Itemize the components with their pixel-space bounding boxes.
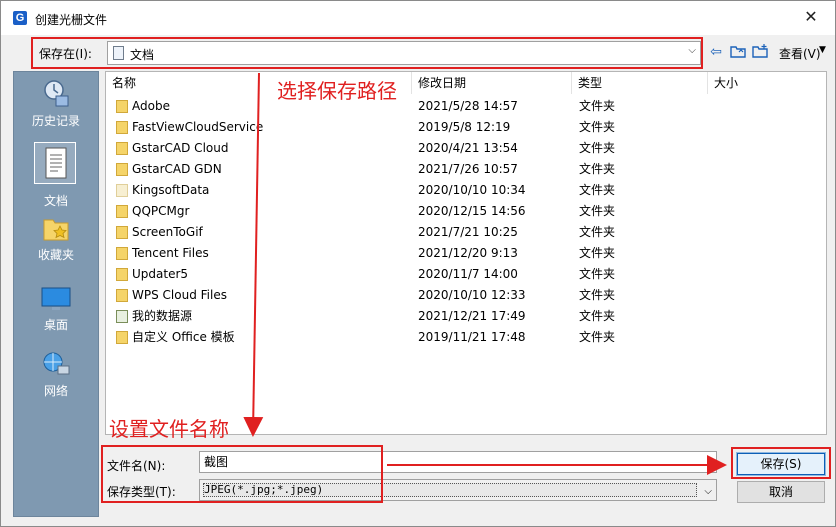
annotation-name-box [101, 445, 383, 503]
folder-icon [116, 163, 128, 176]
folder-icon [116, 205, 128, 218]
file-name: 自定义 Office 模板 [132, 330, 235, 344]
place-network[interactable]: 网络 [14, 348, 98, 399]
up-folder-icon[interactable] [729, 43, 747, 61]
file-date: 2020/4/21 13:54 [418, 141, 518, 155]
file-name: KingsoftData [132, 183, 210, 197]
file-row[interactable]: WPS Cloud Files 2020/10/10 12:33 文件夹 [106, 285, 826, 306]
place-desktop-label: 桌面 [43, 318, 68, 332]
column-header-type[interactable]: 类型 [572, 72, 708, 94]
folder-icon [116, 226, 128, 239]
file-type: 文件夹 [579, 183, 616, 197]
file-row[interactable]: ScreenToGif 2021/7/21 10:25 文件夹 [106, 222, 826, 243]
file-date: 2021/12/21 17:49 [418, 309, 526, 323]
file-type: 文件夹 [579, 288, 616, 302]
file-name: 我的数据源 [132, 309, 193, 323]
window-title: 创建光栅文件 [35, 13, 108, 27]
file-type: 文件夹 [579, 120, 616, 134]
app-icon: G [13, 11, 27, 25]
file-type: 文件夹 [579, 225, 616, 239]
close-button[interactable]: ✕ [801, 7, 821, 27]
file-row[interactable]: 我的数据源 2021/12/21 17:49 文件夹 [106, 306, 826, 327]
column-header-size[interactable]: 大小 [708, 72, 826, 94]
file-type: 文件夹 [579, 246, 616, 260]
file-name: ScreenToGif [132, 225, 203, 239]
file-date: 2019/5/8 12:19 [418, 120, 511, 134]
annotation-save-box [731, 447, 831, 479]
chevron-down-icon[interactable]: ⌵ [704, 482, 712, 502]
file-type: 文件夹 [579, 99, 616, 113]
file-type: 文件夹 [579, 267, 616, 281]
file-date: 2020/10/10 10:34 [418, 183, 526, 197]
place-favorites-label: 收藏夹 [37, 248, 74, 262]
back-arrow-icon[interactable]: ⇦ [707, 43, 725, 61]
file-name: QQPCMgr [132, 204, 190, 218]
file-name: Tencent Files [132, 246, 209, 260]
file-row[interactable]: GstarCAD Cloud 2020/4/21 13:54 文件夹 [106, 138, 826, 159]
new-folder-icon[interactable] [751, 43, 769, 61]
annotation-path-box [31, 37, 703, 69]
folder-icon [116, 100, 128, 113]
file-type: 文件夹 [579, 309, 616, 323]
network-icon [43, 352, 70, 375]
desktop-icon [41, 287, 71, 310]
folder-icon [116, 142, 128, 155]
file-date: 2020/10/10 12:33 [418, 288, 526, 302]
folder-icon [116, 247, 128, 260]
place-documents[interactable]: 文档 [14, 142, 98, 208]
file-date: 2021/12/20 9:13 [418, 246, 518, 260]
place-desktop[interactable]: 桌面 [14, 282, 98, 333]
places-bar: 历史记录 文档 收藏夹 桌面 网络 [13, 71, 99, 517]
folder-icon [116, 331, 128, 344]
file-row[interactable]: Tencent Files 2021/12/20 9:13 文件夹 [106, 243, 826, 264]
file-date: 2020/12/15 14:56 [418, 204, 526, 218]
file-name: GstarCAD GDN [132, 162, 222, 176]
file-name: GstarCAD Cloud [132, 141, 229, 155]
file-list[interactable]: 名称 修改日期 类型 大小 Adobe 2021/5/28 14:57 文件夹 Fas… [105, 71, 827, 435]
file-type: 文件夹 [579, 141, 616, 155]
history-icon [44, 80, 69, 107]
file-row[interactable]: Updater5 2020/11/7 14:00 文件夹 [106, 264, 826, 285]
file-type: 文件夹 [579, 204, 616, 218]
file-row[interactable]: FastViewCloudService 2019/5/8 12:19 文件夹 [106, 117, 826, 138]
annotation-path-note: 选择保存路径 [277, 79, 397, 103]
save-dialog-window: G 创建光栅文件 ✕ 保存在(I): 文档 ⌵ ⇦ 查看(V) ▼ 历史记录 文… [0, 0, 836, 527]
file-date: 2021/7/21 10:25 [418, 225, 518, 239]
file-date: 2020/11/7 14:00 [418, 267, 518, 281]
folder-icon [116, 268, 128, 281]
place-history[interactable]: 历史记录 [14, 78, 98, 129]
documents-icon [45, 147, 67, 179]
favorites-icon [43, 219, 69, 241]
column-header-date[interactable]: 修改日期 [412, 72, 572, 94]
place-documents-label: 文档 [43, 194, 68, 208]
title-bar: G 创建光栅文件 ✕ [1, 1, 835, 35]
folder-icon [116, 310, 128, 323]
file-row[interactable]: QQPCMgr 2020/12/15 14:56 文件夹 [106, 201, 826, 222]
view-dropdown-arrow-icon[interactable]: ▼ [819, 45, 826, 55]
file-date: 2019/11/21 17:48 [418, 330, 526, 344]
view-menu-button[interactable]: 查看(V) [779, 45, 821, 62]
file-row[interactable]: KingsoftData 2020/10/10 10:34 文件夹 [106, 180, 826, 201]
folder-icon [116, 121, 128, 134]
file-row[interactable]: Adobe 2021/5/28 14:57 文件夹 [106, 96, 826, 117]
file-type: 文件夹 [579, 162, 616, 176]
file-type: 文件夹 [579, 330, 616, 344]
place-history-label: 历史记录 [31, 114, 80, 128]
file-name: WPS Cloud Files [132, 288, 227, 302]
file-row[interactable]: 自定义 Office 模板 2019/11/21 17:48 文件夹 [106, 327, 826, 348]
folder-icon [116, 289, 128, 302]
folder-icon [116, 184, 128, 197]
file-date: 2021/7/26 10:57 [418, 162, 518, 176]
file-date: 2021/5/28 14:57 [418, 99, 518, 113]
file-name: FastViewCloudService [132, 120, 264, 134]
file-name: Adobe [132, 99, 170, 113]
place-network-label: 网络 [43, 384, 68, 398]
file-name: Updater5 [132, 267, 189, 281]
place-favorites[interactable]: 收藏夹 [14, 212, 98, 263]
cancel-button[interactable]: 取消 [737, 481, 825, 503]
annotation-name-note: 设置文件名称 [109, 417, 229, 441]
file-row[interactable]: GstarCAD GDN 2021/7/26 10:57 文件夹 [106, 159, 826, 180]
